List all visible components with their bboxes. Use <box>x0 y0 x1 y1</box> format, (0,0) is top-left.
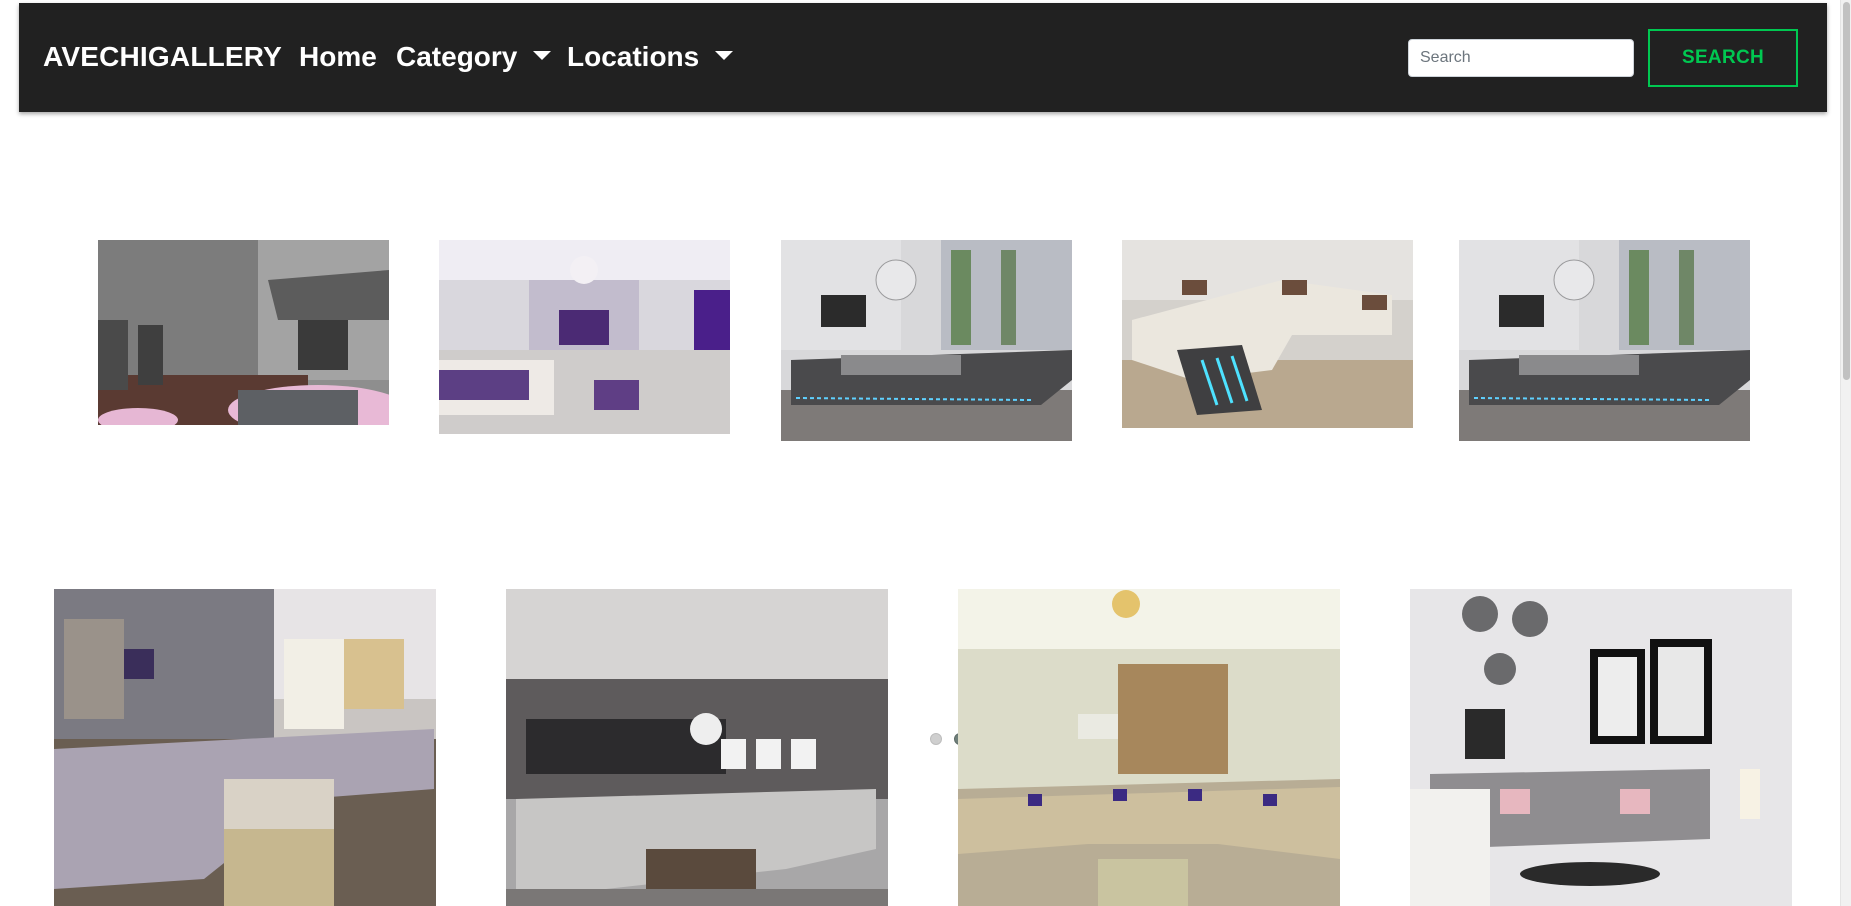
nav-locations-label: Locations <box>567 41 700 72</box>
caret-down-icon <box>715 51 734 60</box>
search-input[interactable] <box>1408 39 1634 77</box>
image-carousel <box>98 240 1750 745</box>
purple-tufted-sectional-living-room-image <box>54 589 436 906</box>
gallery-card-1[interactable] <box>54 589 436 906</box>
gallery-card-3[interactable] <box>958 589 1340 906</box>
page: AVECHIGALLERY Home Category Locations SE… <box>0 0 1840 906</box>
modern-bed-led-image <box>781 240 1072 441</box>
carousel-slide-5[interactable] <box>1459 240 1750 441</box>
grey-sofa-living-room-image <box>1410 589 1792 906</box>
scrollbar-thumb[interactable] <box>1843 2 1850 380</box>
top-navbar: AVECHIGALLERY Home Category Locations SE… <box>19 3 1827 112</box>
old-building-balcony-image <box>98 240 389 425</box>
modern-bed-led-image <box>1459 240 1750 441</box>
carousel-slide-4[interactable] <box>1122 240 1413 428</box>
white-bedroom-purple-accents-image <box>439 240 730 434</box>
nav-locations-dropdown[interactable]: Locations <box>567 41 734 73</box>
carousel-indicator[interactable] <box>930 733 942 745</box>
nav-home-link[interactable]: Home <box>299 41 377 73</box>
white-sectional-sofa-led-image <box>1122 240 1413 428</box>
carousel-slide-1[interactable] <box>98 240 389 425</box>
gallery-card-4[interactable] <box>1410 589 1792 906</box>
carousel-slide-2[interactable] <box>439 240 730 434</box>
brand-logo-link[interactable]: AVECHIGALLERY <box>43 41 282 73</box>
arabic-majlis-living-room-image <box>958 589 1340 906</box>
search-button[interactable]: SEARCH <box>1648 29 1798 87</box>
nav-category-label: Category <box>396 41 518 72</box>
page-scrollbar[interactable] <box>1840 0 1851 906</box>
nav-category-dropdown[interactable]: Category <box>396 41 552 73</box>
grey-sectional-living-room-image <box>506 589 888 906</box>
gallery-card-2[interactable] <box>506 589 888 906</box>
carousel-slide-3[interactable] <box>781 240 1072 441</box>
caret-down-icon <box>533 51 552 60</box>
